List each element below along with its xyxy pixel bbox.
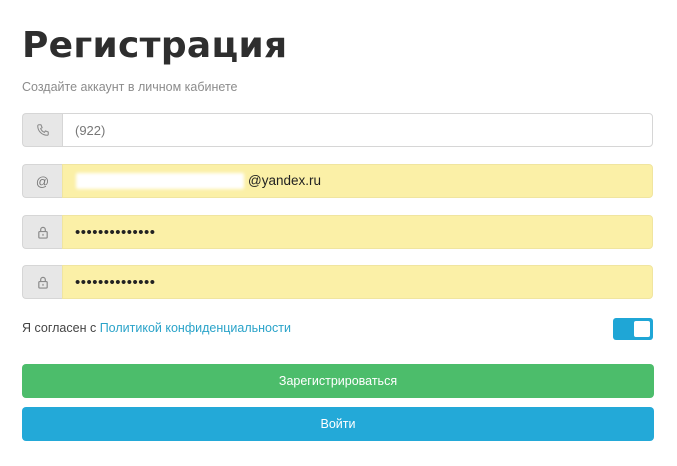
phone-icon <box>22 113 62 147</box>
redacted-username <box>76 173 244 189</box>
consent-label: Я согласен с <box>22 321 100 335</box>
phone-field-group <box>22 113 653 147</box>
page-subtitle: Создайте аккаунт в личном кабинете <box>22 80 238 94</box>
consent-toggle[interactable] <box>613 318 653 340</box>
lock-icon <box>22 215 62 249</box>
consent-text: Я согласен с Политикой конфиденциальност… <box>22 320 291 336</box>
password-confirm-input[interactable] <box>62 265 653 299</box>
consent-row: Я согласен с Политикой конфиденциальност… <box>22 318 653 340</box>
register-button[interactable]: Зарегистрироваться <box>22 364 654 398</box>
toggle-knob <box>634 321 650 337</box>
login-button[interactable]: Войти <box>22 407 654 441</box>
lock-icon <box>22 265 62 299</box>
password-input[interactable] <box>62 215 653 249</box>
phone-input[interactable] <box>62 113 653 147</box>
at-icon: @ <box>22 164 62 198</box>
password-field-group <box>22 215 653 249</box>
at-symbol: @ <box>35 173 50 189</box>
email-field-group: @ @yandex.ru <box>22 164 653 198</box>
privacy-policy-link[interactable]: Политикой конфиденциальности <box>100 321 291 335</box>
page-title: Регистрация <box>22 25 288 66</box>
password-confirm-field-group <box>22 265 653 299</box>
